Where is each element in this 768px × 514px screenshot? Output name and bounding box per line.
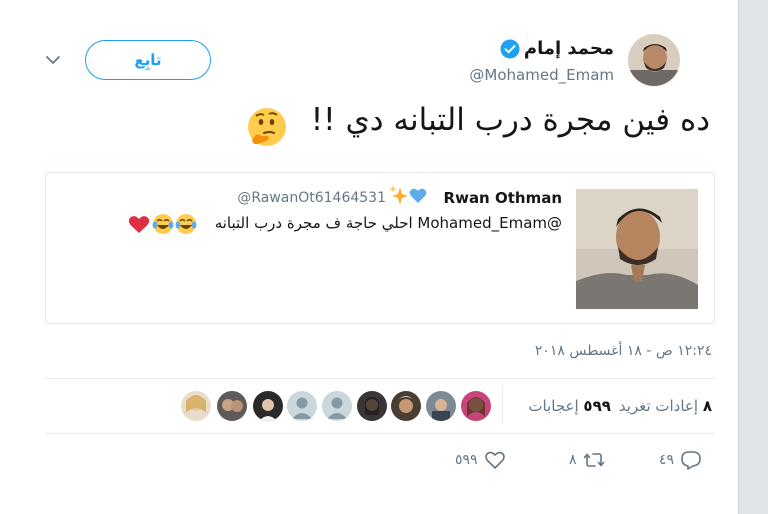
reply-action[interactable]: ٤٩ — [659, 449, 702, 471]
retweets-count: ٨ — [702, 397, 712, 415]
face-with-tears-of-joy-icon — [152, 214, 174, 234]
author-name[interactable]: محمد إمام — [524, 38, 614, 59]
card-border — [738, 0, 739, 514]
like-action[interactable]: ٥٩٩ — [455, 449, 506, 471]
retweet-action[interactable]: ٨ — [569, 449, 605, 471]
author-avatar[interactable] — [628, 34, 680, 86]
heart-icon — [484, 451, 505, 469]
liker-avatar[interactable] — [460, 390, 492, 422]
liker-avatar[interactable] — [390, 390, 422, 422]
chevron-down-icon[interactable] — [44, 52, 62, 66]
thinking-face-emoji — [246, 106, 288, 148]
quoted-text: @Mohamed_Emam احلي حاجة ف مجرة درب التبا… — [214, 214, 562, 232]
face-with-tears-of-joy-icon — [175, 214, 197, 234]
likes-count: ٥٩٩ — [583, 397, 611, 415]
liker-avatar[interactable] — [425, 390, 457, 422]
quoted-author-name[interactable]: Rwan Othman — [444, 189, 562, 207]
default-avatar[interactable] — [321, 390, 353, 422]
tweet-text: ده فين مجرة درب التبانه دي !! — [310, 102, 710, 138]
quoted-text-emojis — [128, 213, 218, 235]
liker-avatar[interactable] — [356, 390, 388, 422]
tweet-card: محمد إمام @Mohamed_Emam تابِع ده فين مجر… — [0, 0, 738, 514]
blue-heart-icon — [408, 186, 428, 206]
likers-avatars — [180, 390, 492, 422]
sparkles-icon — [389, 184, 409, 206]
likes-label: إعجابات — [528, 397, 579, 415]
follow-button[interactable]: تابِع — [85, 40, 211, 80]
retweets-stat[interactable]: ٨ إعادات تغريد — [619, 397, 712, 415]
reply-count: ٤٩ — [659, 452, 675, 468]
retweet-icon — [583, 453, 604, 467]
divider — [45, 433, 715, 434]
divider — [45, 378, 715, 379]
quoted-photo[interactable] — [576, 189, 698, 309]
likes-stat[interactable]: ٥٩٩ إعجابات — [528, 397, 611, 415]
tweet-timestamp[interactable]: ١٢:٢٤ ص - ١٨ أغسطس ٢٠١٨ — [535, 343, 712, 359]
tweet-actions: ٥٩٩ ٨ ٤٩ — [455, 449, 725, 475]
liker-avatar[interactable] — [216, 390, 248, 422]
like-count: ٥٩٩ — [455, 452, 478, 468]
verified-badge-icon — [500, 39, 520, 59]
liker-avatar[interactable] — [180, 390, 212, 422]
tweet-stats: ٨ إعادات تغريد ٥٩٩ إعجابات — [528, 397, 712, 415]
retweet-count: ٨ — [569, 452, 577, 468]
author-handle[interactable]: @Mohamed_Emam — [469, 66, 614, 84]
red-heart-icon — [128, 216, 150, 233]
reply-icon — [681, 451, 701, 470]
retweets-label: إعادات تغريد — [618, 397, 699, 415]
liker-avatar[interactable] — [252, 390, 284, 422]
quoted-author-handle[interactable]: @RawanOt61464531 — [237, 190, 386, 206]
quoted-tweet[interactable]: Rwan Othman @RawanOt61464531 @Mohamed_Em… — [45, 172, 715, 324]
stats-divider — [502, 386, 503, 424]
page-background-edge — [738, 0, 768, 514]
default-avatar[interactable] — [286, 390, 318, 422]
